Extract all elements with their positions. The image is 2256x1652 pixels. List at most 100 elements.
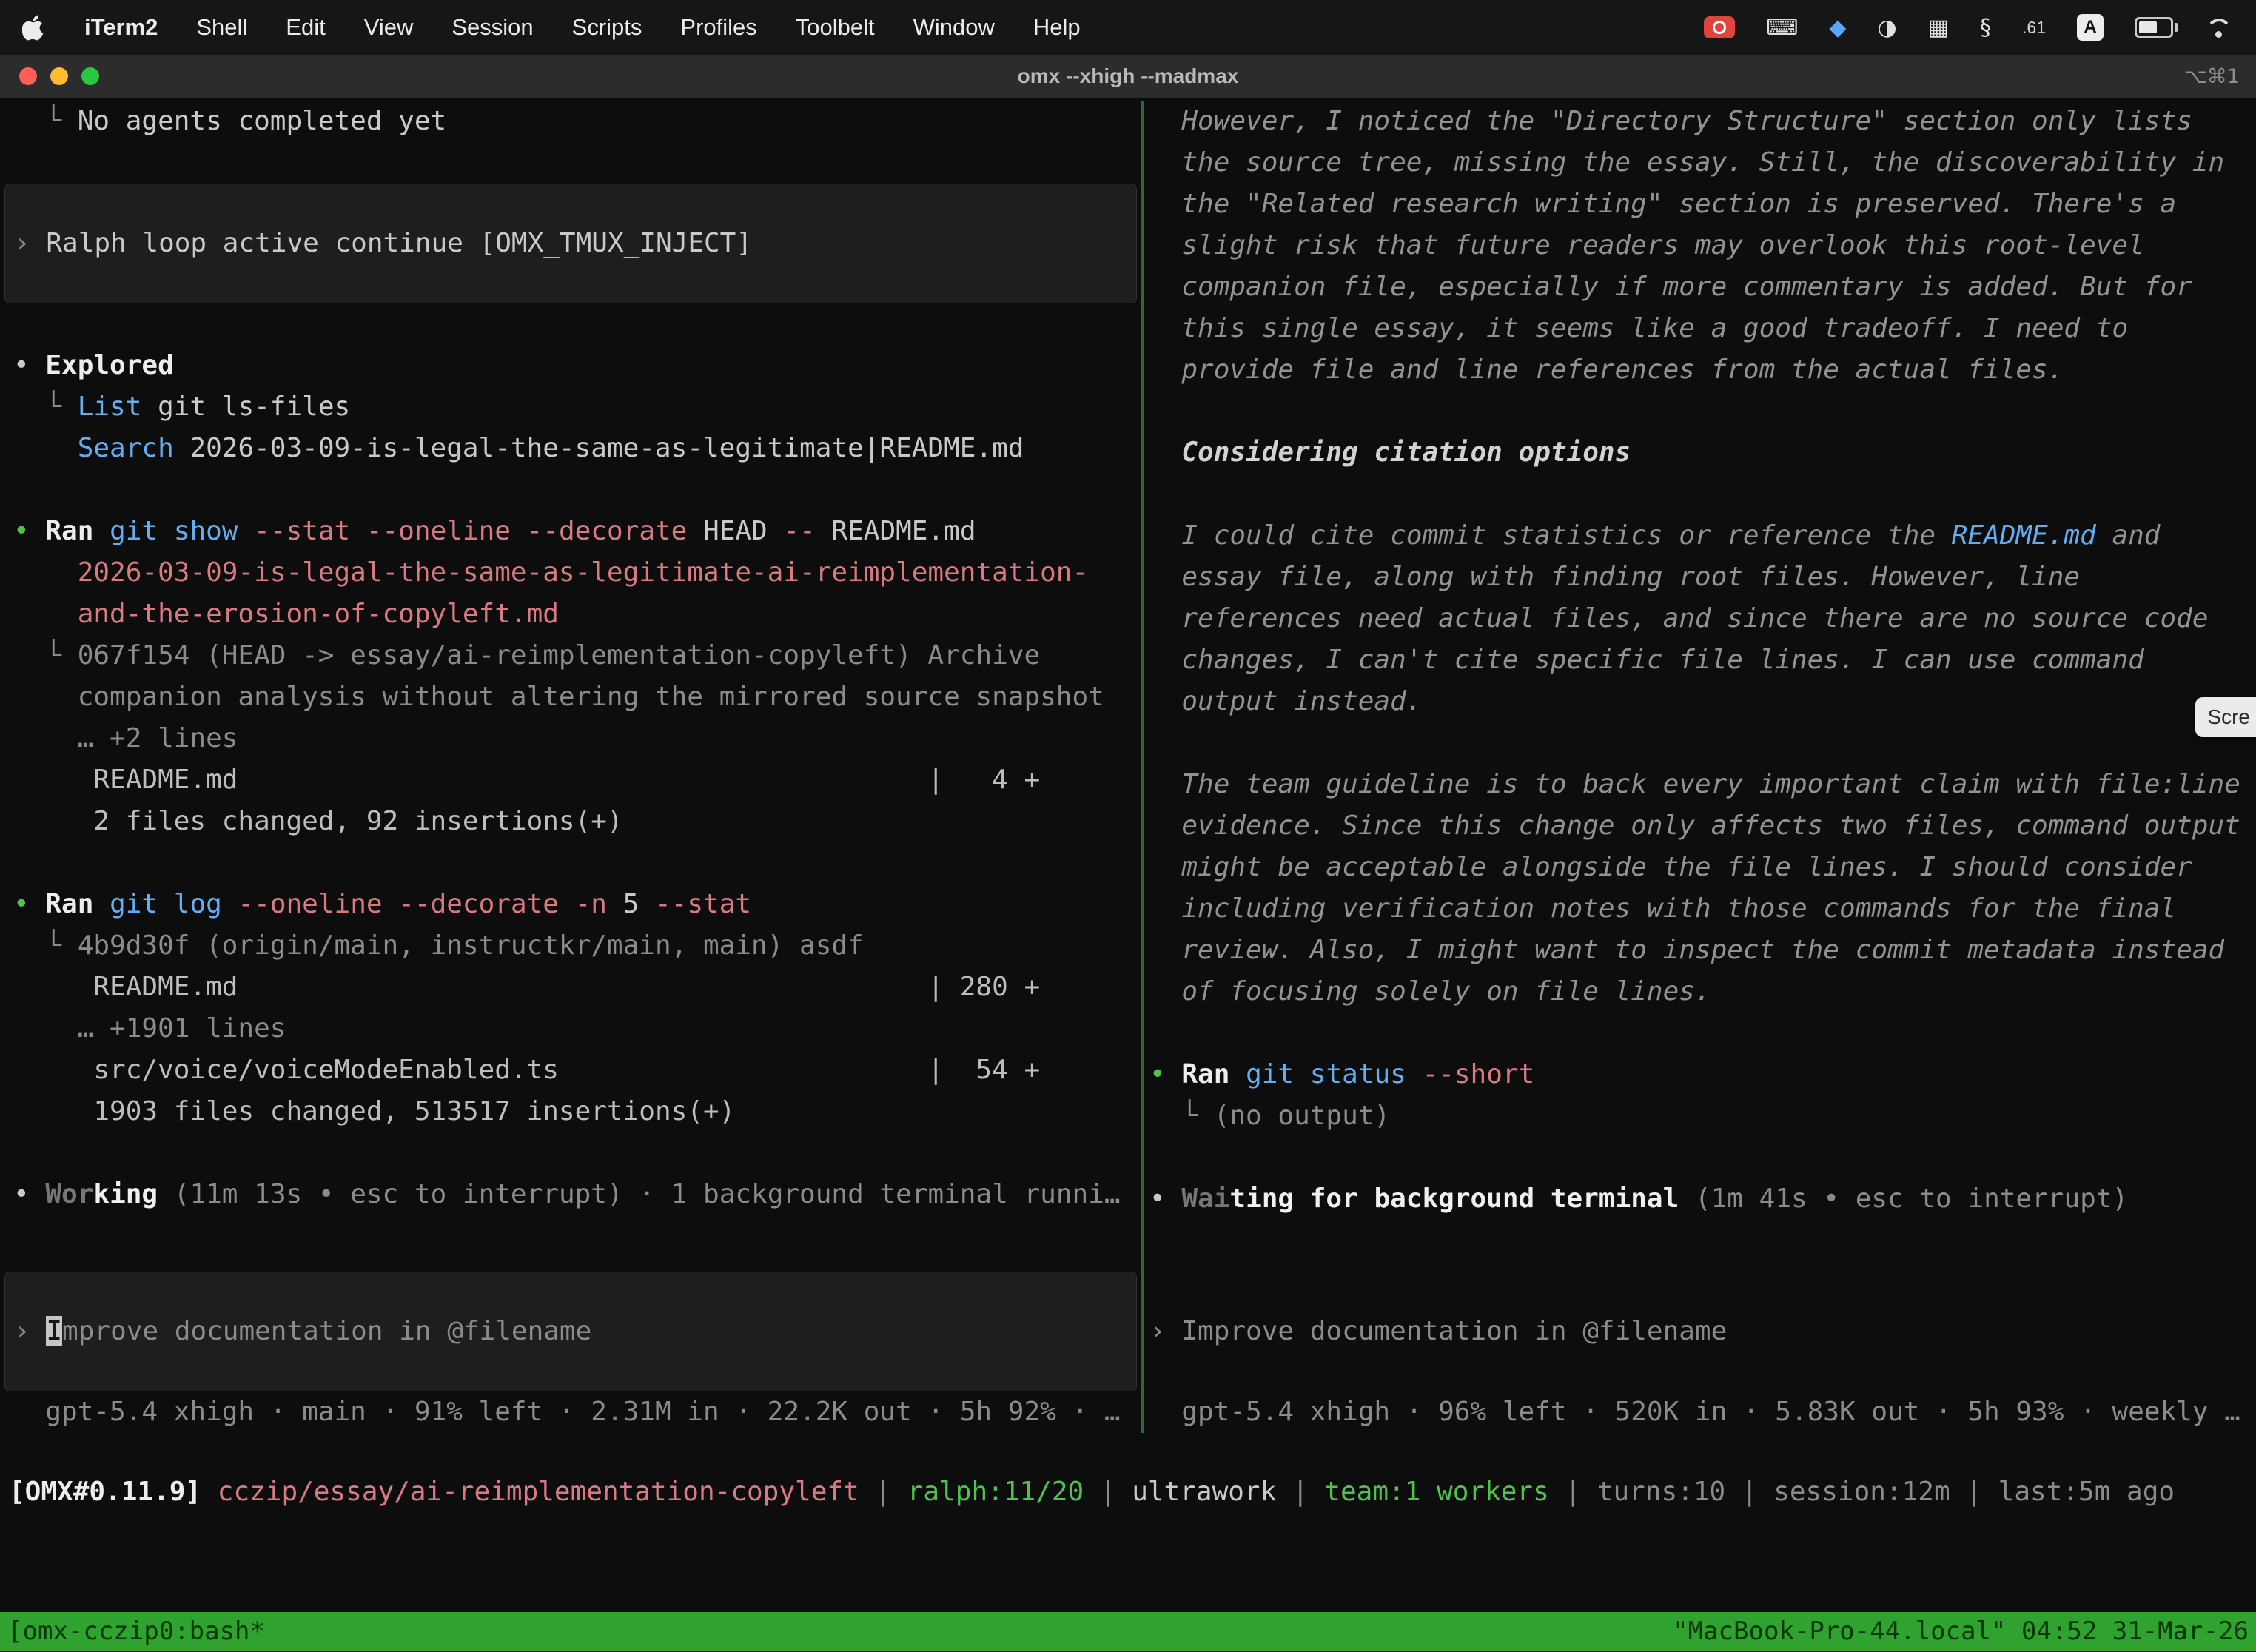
- prompt-line: › Improve documentation in @filename: [1144, 1311, 2256, 1352]
- terminal-line: 2 files changed, 92 insertions(+): [0, 801, 1141, 842]
- screen-overlay-label: Scre: [2207, 705, 2250, 729]
- menu-item-edit[interactable]: Edit: [286, 14, 325, 41]
- blank-line: [1144, 1137, 2256, 1178]
- blank-line: [1144, 474, 2256, 515]
- wifi-icon[interactable]: [2204, 16, 2234, 39]
- terminal-line: • Explored: [0, 345, 1141, 386]
- input-source-icon[interactable]: A: [2077, 14, 2104, 41]
- tmux-panes: └ No agents completed yet› Ralph loop ac…: [0, 99, 2256, 1433]
- terminal-line: slight risk that future readers may over…: [1144, 225, 2256, 266]
- prompt-input[interactable]: › Improve documentation in @filename: [4, 1272, 1137, 1391]
- terminal-line: └ 4b9d30f (origin/main, instructkr/main,…: [0, 925, 1141, 967]
- zoom-button[interactable]: [81, 67, 99, 85]
- screen-overlay-tab[interactable]: Scre: [2195, 697, 2256, 737]
- traffic-lights: [0, 67, 99, 85]
- terminal-line: companion file, especially if more comme…: [1144, 266, 2256, 308]
- blank-line: [0, 469, 1141, 511]
- terminal-line: and-the-erosion-of-copyleft.md: [0, 594, 1141, 635]
- menu-item-shell[interactable]: Shell: [196, 14, 247, 41]
- menu-item-help[interactable]: Help: [1033, 14, 1081, 41]
- terminal-line: evidence. Since this change only affects…: [1144, 805, 2256, 847]
- menubar: iTerm2 Shell Edit View Session Scripts Profile…: [0, 0, 2256, 55]
- terminal-line: └ List git ls-files: [0, 386, 1141, 428]
- terminal-line: Search 2026-03-09-is-legal-the-same-as-l…: [0, 428, 1141, 469]
- battery-icon[interactable]: [2135, 17, 2173, 38]
- terminal-line: might be acceptable alongside the file l…: [1144, 847, 2256, 888]
- minimize-button[interactable]: [50, 67, 68, 85]
- squiggle-icon[interactable]: §: [1980, 15, 1991, 41]
- blank-line: [1144, 1013, 2256, 1054]
- menu-left: iTerm2 Shell Edit View Session Scripts Profile…: [22, 13, 1081, 41]
- terminal-line: 2026-03-09-is-legal-the-same-as-legitima…: [0, 552, 1141, 594]
- prompt-line: › Improve documentation in @filename: [5, 1311, 1136, 1352]
- terminal-line: › Ralph loop active continue [OMX_TMUX_I…: [5, 223, 1136, 264]
- close-button[interactable]: [19, 67, 37, 85]
- terminal-line: README.md | 4 +: [0, 759, 1141, 801]
- blank-line: [1144, 391, 2256, 432]
- blank-line: [1144, 722, 2256, 764]
- titlebar[interactable]: omx --xhigh --madmax ⌥⌘1: [0, 55, 2256, 99]
- terminal-line: references need actual files, and since …: [1144, 598, 2256, 639]
- menu-item-toolbelt[interactable]: Toolbelt: [796, 14, 875, 41]
- terminal-line: The team guideline is to back every impo…: [1144, 764, 2256, 805]
- terminal-line: 1903 files changed, 513517 insertions(+): [0, 1091, 1141, 1132]
- terminal-line: src/voice/voiceModeEnabled.ts | 54 +: [0, 1050, 1141, 1091]
- apple-menu[interactable]: [22, 13, 46, 41]
- left-pane[interactable]: └ No agents completed yet› Ralph loop ac…: [0, 101, 1141, 1433]
- terminal-line: • Waiting for background terminal (1m 41…: [1144, 1178, 2256, 1220]
- menu-item-iterm2[interactable]: iTerm2: [84, 14, 158, 41]
- window-shortcut-badge: ⌥⌘1: [2184, 65, 2240, 88]
- pane-bottom: › Improve documentation in @filename gpt…: [0, 1272, 1141, 1433]
- terminal-line: README.md | 280 +: [0, 967, 1141, 1008]
- terminal-line: └ 067f154 (HEAD -> essay/ai-reimplementa…: [0, 635, 1141, 676]
- terminal-line: • Ran git show --stat --oneline --decora…: [0, 511, 1141, 552]
- keyboard-icon[interactable]: ⌨: [1766, 15, 1798, 41]
- terminal-line: the "Related research writing" section i…: [1144, 184, 2256, 225]
- blank-line: [0, 303, 1141, 345]
- terminal-line: this single essay, it seems like a good …: [1144, 308, 2256, 349]
- menu-items-container: iTerm2 Shell Edit View Session Scripts Profile…: [84, 14, 1081, 41]
- screen-record-icon[interactable]: [1704, 16, 1735, 38]
- blank-line: [0, 142, 1141, 184]
- apps-grid-icon[interactable]: ▦: [1928, 15, 1949, 41]
- terminal-line: … +1901 lines: [0, 1008, 1141, 1050]
- model-status-line: gpt-5.4 xhigh · main · 91% left · 2.31M …: [0, 1391, 1141, 1433]
- menu-item-session[interactable]: Session: [451, 14, 533, 41]
- blank-line: [0, 842, 1141, 884]
- tmux-status-bar: [omx-cczip0:bash* "MacBook-Pro-44.local"…: [0, 1612, 2256, 1651]
- terminal-line: review. Also, I might want to inspect th…: [1144, 930, 2256, 971]
- prompt-input[interactable]: › Improve documentation in @filename: [1144, 1272, 2256, 1391]
- terminal-line: However, I noticed the "Directory Struct…: [1144, 101, 2256, 142]
- terminal-line: I could cite commit statistics or refere…: [1144, 515, 2256, 557]
- terminal-line: the source tree, missing the essay. Stil…: [1144, 142, 2256, 184]
- menu-status-icons: ⌨ ◆ ◑ ▦ § .61 A: [1704, 14, 2234, 41]
- menu-item-scripts[interactable]: Scripts: [572, 14, 642, 41]
- right-pane[interactable]: However, I noticed the "Directory Struct…: [1144, 101, 2256, 1433]
- notice-box: › Ralph loop active continue [OMX_TMUX_I…: [4, 184, 1137, 303]
- menu-item-profiles[interactable]: Profiles: [680, 14, 756, 41]
- contrast-icon[interactable]: ◑: [1877, 15, 1896, 41]
- terminal-line: • Ran git status --short: [1144, 1054, 2256, 1095]
- terminal-line: • Ran git log --oneline --decorate -n 5 …: [0, 884, 1141, 925]
- battery-percent-badge[interactable]: .61: [2022, 18, 2046, 38]
- menu-item-window[interactable]: Window: [913, 14, 995, 41]
- terminal-line: └ (no output): [1144, 1095, 2256, 1137]
- terminal-line: … +2 lines: [0, 718, 1141, 759]
- screen: iTerm2 Shell Edit View Session Scripts Profile…: [0, 0, 2256, 1652]
- menu-item-view[interactable]: View: [364, 14, 414, 41]
- apple-icon: [22, 13, 46, 41]
- terminal: └ No agents completed yet› Ralph loop ac…: [0, 99, 2256, 1651]
- terminal-line: • Working (11m 13s • esc to interrupt) ·…: [0, 1174, 1141, 1215]
- terminal-line: provide file and line references from th…: [1144, 349, 2256, 391]
- omx-status-line: [OMX#0.11.9] cczip/essay/ai-reimplementa…: [0, 1471, 2256, 1513]
- model-status-line: gpt-5.4 xhigh · 96% left · 520K in · 5.8…: [1144, 1391, 2256, 1433]
- tmux-host-clock: "MacBook-Pro-44.local" 04:52 31-Mar-26: [1673, 1616, 2249, 1646]
- terminal-line: essay file, along with finding root file…: [1144, 557, 2256, 598]
- window-title: omx --xhigh --madmax: [0, 64, 2256, 88]
- shield-icon[interactable]: ◆: [1829, 15, 1846, 41]
- tmux-session-label: [omx-cczip0:bash*: [7, 1616, 265, 1646]
- blank-line: [0, 1132, 1141, 1174]
- terminal-line: changes, I can't cite specific file line…: [1144, 639, 2256, 681]
- terminal-line: output instead.: [1144, 681, 2256, 722]
- terminal-line: Considering citation options: [1144, 432, 2256, 474]
